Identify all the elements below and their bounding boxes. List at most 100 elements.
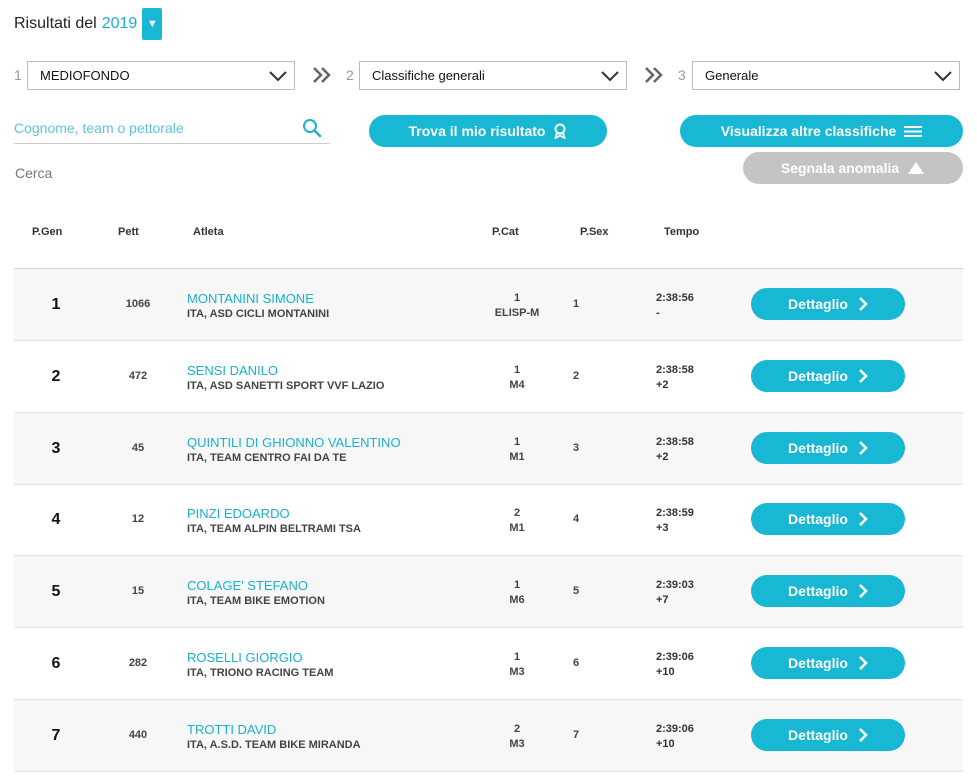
finish-time: 2:38:58 +2	[656, 435, 694, 465]
category-name: M3	[509, 666, 525, 678]
detail-button-label: Dettaglio	[788, 511, 848, 527]
year-dropdown-button[interactable]: ▼	[142, 8, 163, 40]
search-input[interactable]	[14, 114, 294, 142]
chevron-down-icon	[934, 70, 952, 81]
table-row: 5 15 COLAGE' STEFANO ITA, TEAM BIKE EMOTION…	[14, 556, 963, 628]
find-my-result-button[interactable]: Trova il mio risultato	[369, 115, 607, 147]
time-gap: +7	[656, 594, 669, 606]
chevron-right-icon	[859, 728, 868, 742]
detail-button[interactable]: Dettaglio	[751, 575, 905, 607]
finish-time: 2:39:03 +7	[656, 578, 694, 608]
search-box	[14, 114, 330, 144]
athlete-team: ITA, TEAM CENTRO FAI DA TE	[187, 452, 347, 464]
gender-position: 4	[572, 513, 580, 525]
chevron-right-icon	[859, 512, 868, 526]
finish-time: 2:39:06 +10	[656, 650, 694, 680]
warning-triangle-icon	[908, 162, 925, 174]
athlete-name-link[interactable]: COLAGE' STEFANO	[187, 578, 308, 593]
category-rank: 1	[513, 364, 521, 376]
finish-time: 2:38:56 -	[656, 291, 694, 321]
bib-number: 15	[131, 585, 145, 597]
other-rankings-label: Visualizza altre classifiche	[720, 123, 897, 139]
bib-number: 45	[131, 442, 145, 454]
category-rank: 1	[513, 651, 521, 663]
race-select[interactable]: MEDIOFONDO	[27, 61, 295, 90]
general-position: 5	[51, 583, 61, 600]
detail-button-label: Dettaglio	[788, 296, 848, 312]
table-row: 1 1066 MONTANINI SIMONE ITA, ASD CICLI MONT…	[14, 269, 963, 341]
table-row: 6 282 ROSELLI GIORGIO ITA, TRIONO RACING TE…	[14, 628, 963, 700]
athlete-team: ITA, TEAM BIKE EMOTION	[187, 595, 325, 607]
report-anomaly-label: Segnala anomalia	[780, 160, 900, 176]
award-ribbon-icon	[554, 123, 567, 139]
search-icon[interactable]	[302, 118, 322, 138]
bib-number: 1066	[125, 298, 151, 310]
athlete-name-link[interactable]: SENSI DANILO	[187, 363, 278, 378]
category-name: M4	[509, 379, 525, 391]
athlete-name-link[interactable]: QUINTILI DI GHIONNO VALENTINO	[187, 435, 401, 450]
athlete-name-link[interactable]: ROSELLI GIORGIO	[187, 650, 303, 665]
gender-position: 5	[572, 585, 580, 597]
page-title: Risultati del	[14, 15, 97, 32]
category-position: 1 M4	[477, 363, 557, 393]
table-row: 4 12 PINZI EDOARDO ITA, TEAM ALPIN BELTRAMI…	[14, 484, 963, 556]
chevron-down-icon	[269, 70, 287, 81]
detail-button[interactable]: Dettaglio	[751, 360, 905, 392]
athlete-team: ITA, A.S.D. TEAM BIKE MIRANDA	[187, 739, 361, 751]
athlete-name-link[interactable]: MONTANINI SIMONE	[187, 291, 314, 306]
athlete-team: ITA, TRIONO RACING TEAM	[187, 667, 334, 679]
bib-number: 12	[131, 513, 145, 525]
category-name: M1	[509, 451, 525, 463]
double-chevron-right-icon	[645, 67, 663, 83]
bib-number: 440	[128, 729, 148, 741]
table-row: 7 440 TROTTI DAVID ITA, A.S.D. TEAM BIKE MI…	[14, 700, 963, 772]
step-number-1: 1	[14, 67, 22, 83]
report-anomaly-button[interactable]: Segnala anomalia	[743, 152, 963, 184]
table-row: 2 472 SENSI DANILO ITA, ASD SANETTI SPORT V…	[14, 341, 963, 413]
gender-position: 7	[572, 729, 580, 741]
ranking-select[interactable]: Generale	[692, 61, 960, 90]
column-header-pgen: P.Gen	[32, 226, 63, 238]
detail-button-label: Dettaglio	[788, 727, 848, 743]
column-header-pett: Pett	[118, 226, 139, 238]
search-label: Cerca	[15, 165, 53, 181]
time-value: 2:39:06	[656, 723, 694, 735]
time-gap: -	[656, 307, 660, 319]
finish-time: 2:38:59 +3	[656, 506, 694, 536]
athlete-team: ITA, ASD SANETTI SPORT VVF LAZIO	[187, 380, 385, 392]
finish-time: 2:39:06 +10	[656, 722, 694, 752]
time-value: 2:38:58	[656, 436, 694, 448]
double-chevron-right-icon	[313, 67, 331, 83]
category-position: 1 M6	[477, 578, 557, 608]
athlete-name-link[interactable]: TROTTI DAVID	[187, 722, 276, 737]
other-rankings-button[interactable]: Visualizza altre classifiche	[680, 115, 963, 147]
detail-button[interactable]: Dettaglio	[751, 647, 905, 679]
time-value: 2:39:03	[656, 579, 694, 591]
detail-button[interactable]: Dettaglio	[751, 288, 905, 320]
time-value: 2:39:06	[656, 651, 694, 663]
finish-time: 2:38:58 +2	[656, 363, 694, 393]
general-position: 3	[51, 440, 61, 457]
detail-button[interactable]: Dettaglio	[751, 719, 905, 751]
general-position: 2	[51, 368, 61, 385]
detail-button-label: Dettaglio	[788, 368, 848, 384]
category-position: 1 M3	[477, 650, 557, 680]
detail-button[interactable]: Dettaglio	[751, 503, 905, 535]
gender-position: 1	[572, 298, 580, 310]
gender-position: 3	[572, 442, 580, 454]
ranking-type-select-value: Classifiche generali	[372, 68, 485, 83]
ranking-type-select[interactable]: Classifiche generali	[359, 61, 627, 90]
detail-button-label: Dettaglio	[788, 583, 848, 599]
general-position: 7	[51, 727, 61, 744]
general-position: 6	[51, 655, 61, 672]
athlete-team: ITA, ASD CICLI MONTANINI	[187, 308, 330, 320]
time-value: 2:38:59	[656, 507, 694, 519]
gender-position: 6	[572, 657, 580, 669]
detail-button[interactable]: Dettaglio	[751, 432, 905, 464]
time-value: 2:38:58	[656, 364, 694, 376]
time-gap: +2	[656, 451, 669, 463]
time-gap: +3	[656, 522, 669, 534]
category-rank: 1	[513, 579, 521, 591]
athlete-name-link[interactable]: PINZI EDOARDO	[187, 506, 290, 521]
column-header-pcat: P.Cat	[492, 226, 519, 238]
